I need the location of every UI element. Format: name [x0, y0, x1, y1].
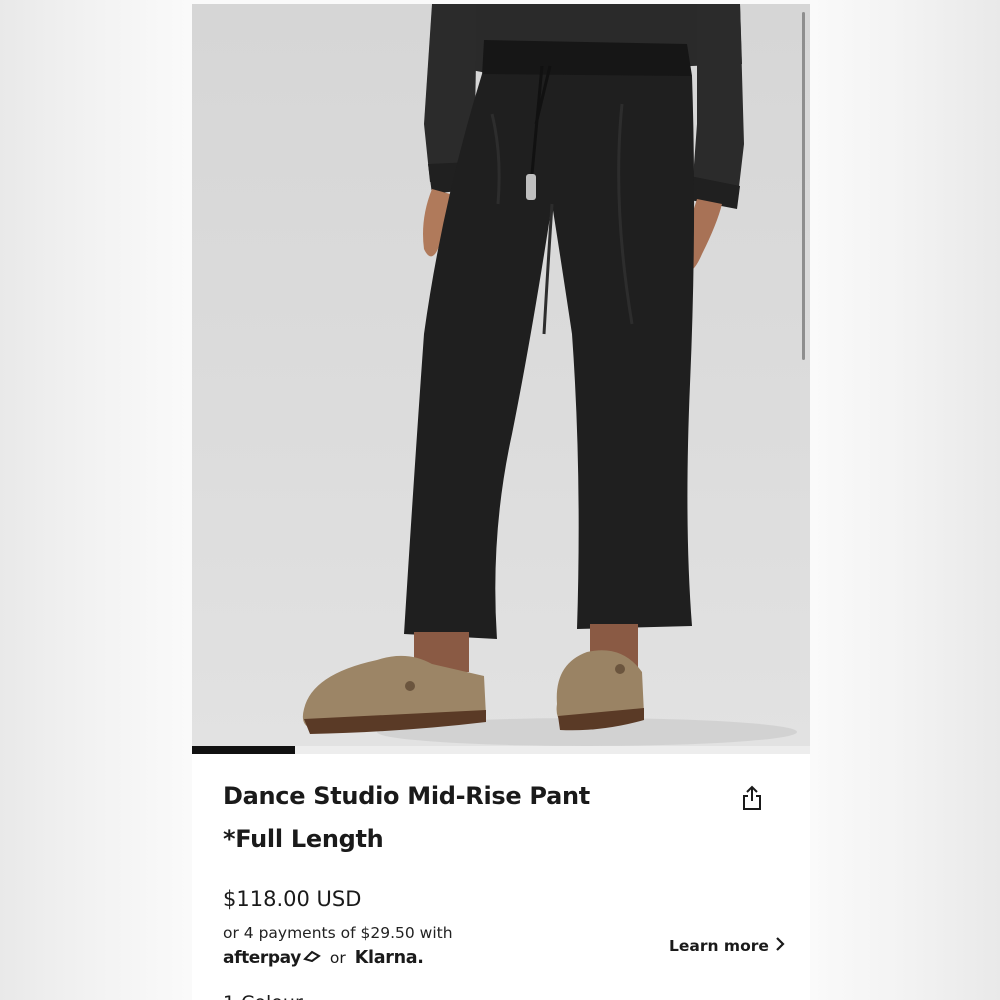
installment-text: or 4 payments of $29.50 with — [223, 924, 453, 942]
payment-providers: afterpay or Klarna. — [223, 948, 424, 968]
carousel-progress-bar — [192, 746, 296, 754]
afterpay-arrows-icon — [301, 948, 321, 968]
product-title-line1: Dance Studio Mid-Rise Pant — [223, 782, 590, 810]
product-info: Dance Studio Mid-Rise Pant *Full Length … — [192, 754, 810, 1000]
scroll-indicator[interactable] — [802, 12, 805, 360]
learn-more-link[interactable]: Learn more — [669, 936, 785, 956]
afterpay-logo: afterpay — [223, 948, 321, 968]
product-title-line2: *Full Length — [223, 825, 384, 853]
carousel-progress — [192, 746, 810, 754]
afterpay-label: afterpay — [223, 948, 301, 968]
chevron-right-icon — [769, 936, 785, 956]
share-button[interactable] — [740, 785, 764, 816]
product-image-carousel[interactable] — [192, 4, 810, 754]
product-title: Dance Studio Mid-Rise Pant *Full Length — [223, 775, 693, 861]
colour-count: 1 Colour — [223, 992, 303, 1000]
learn-more-label: Learn more — [669, 937, 769, 955]
klarna-logo: Klarna. — [354, 948, 424, 968]
share-icon — [741, 785, 763, 816]
product-page: Dance Studio Mid-Rise Pant *Full Length … — [192, 4, 810, 1000]
or-text: or — [329, 949, 346, 967]
product-price: $118.00 USD — [223, 887, 362, 911]
product-photo — [302, 4, 797, 746]
